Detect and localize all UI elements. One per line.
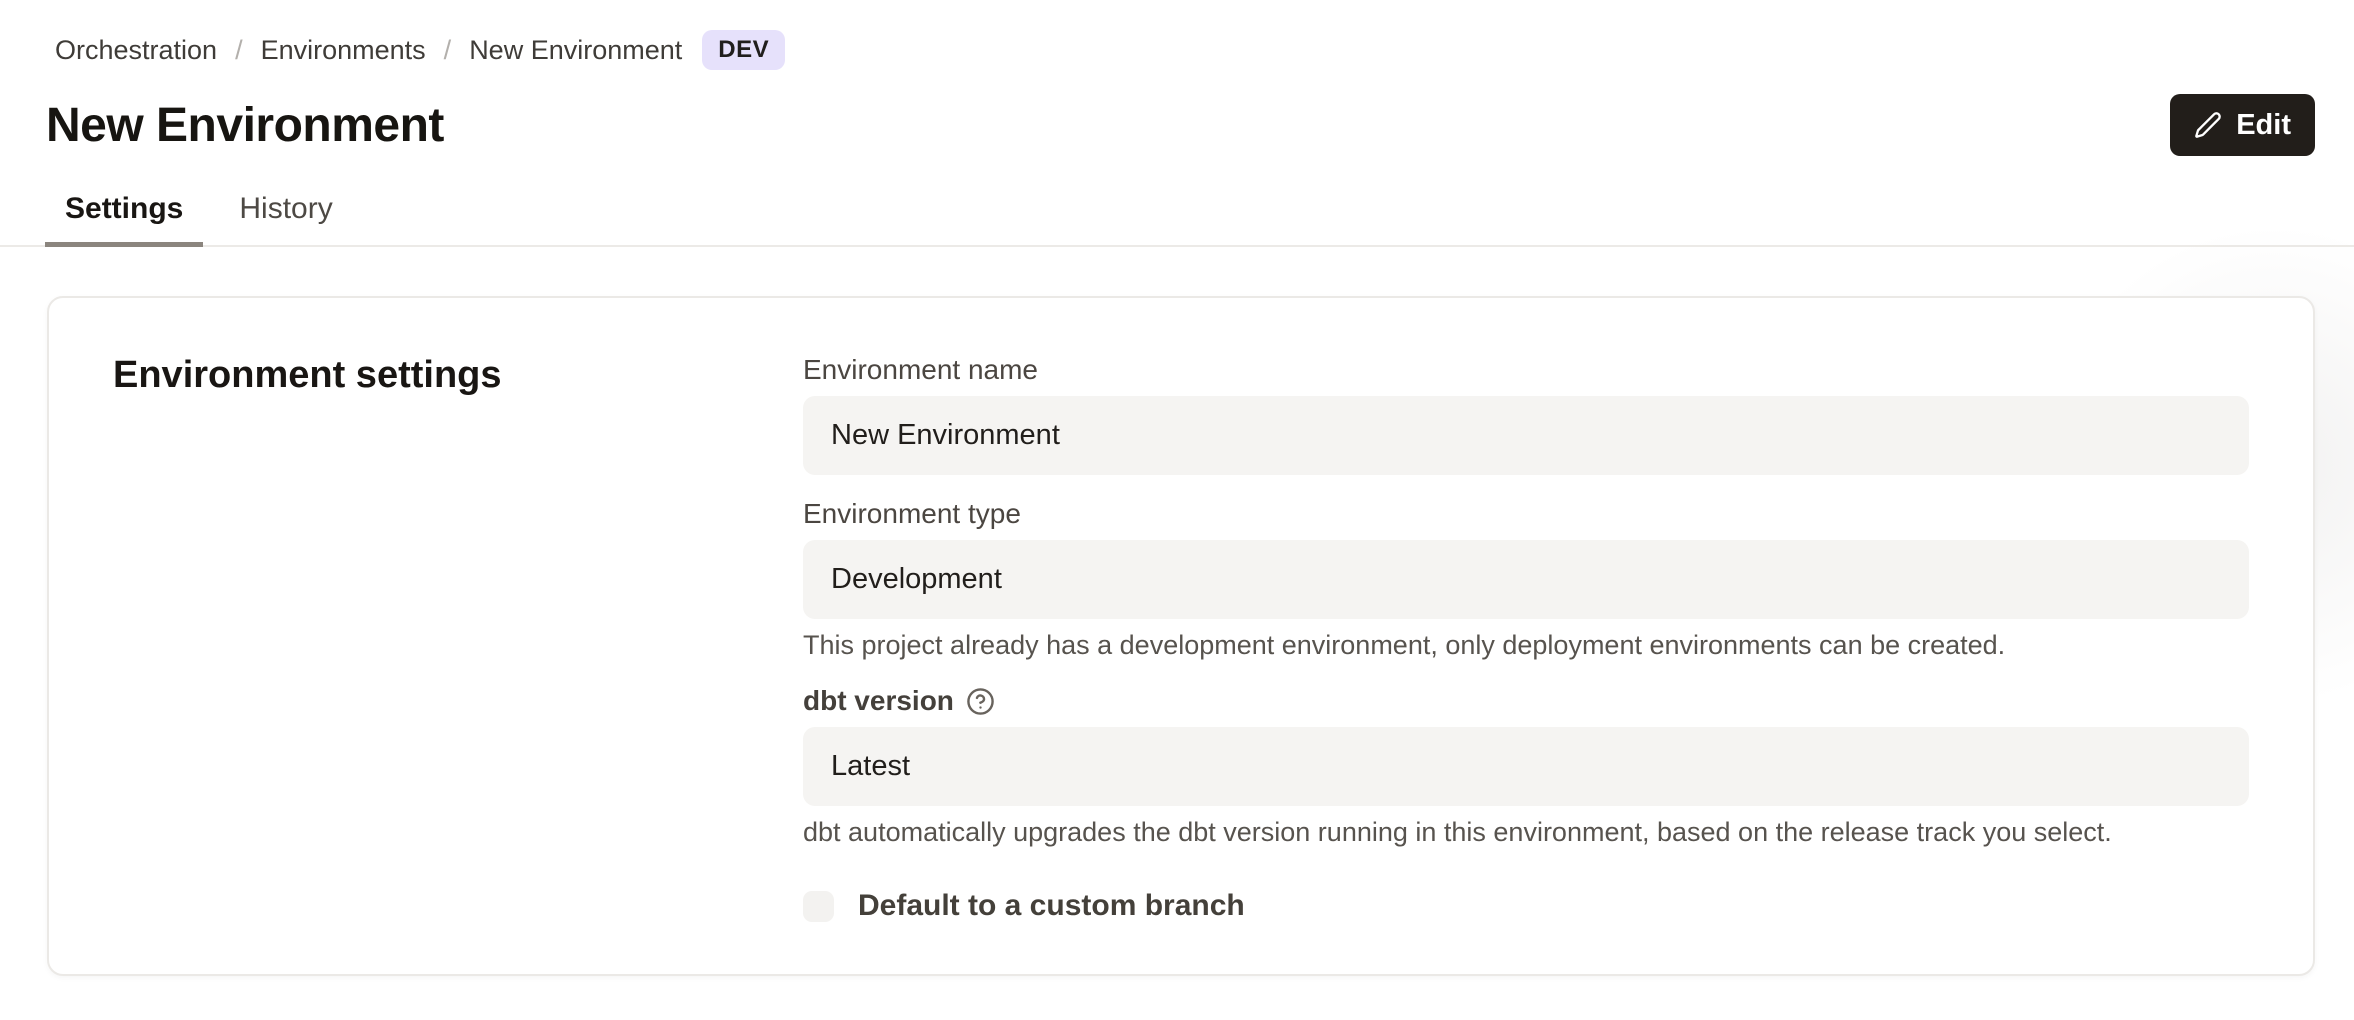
tab-settings[interactable]: Settings — [45, 180, 203, 247]
environment-type-helper: This project already has a development e… — [803, 628, 2249, 662]
pencil-icon — [2194, 111, 2222, 139]
tab-bar: Settings History — [0, 180, 2354, 247]
page-title: New Environment — [46, 98, 444, 153]
breadcrumb-item-environments[interactable]: Environments — [261, 35, 426, 66]
environment-type-input[interactable]: Development — [803, 540, 2249, 619]
dbt-version-helper: dbt automatically upgrades the dbt versi… — [803, 815, 2249, 849]
page-header: New Environment Edit — [0, 70, 2354, 156]
breadcrumb-item-new-environment: New Environment — [469, 35, 682, 66]
environment-type-label: Environment type — [803, 498, 2249, 530]
edit-button-label: Edit — [2236, 109, 2291, 142]
dbt-version-input[interactable]: Latest — [803, 727, 2249, 806]
breadcrumb-separator: / — [444, 35, 452, 66]
breadcrumb-separator: / — [235, 35, 243, 66]
breadcrumb: Orchestration / Environments / New Envir… — [0, 0, 2354, 70]
breadcrumb-item-orchestration[interactable]: Orchestration — [55, 35, 217, 66]
custom-branch-checkbox[interactable] — [803, 891, 834, 922]
environment-name-input[interactable]: New Environment — [803, 396, 2249, 475]
dbt-version-label-row: dbt version — [803, 685, 2249, 717]
environment-name-label: Environment name — [803, 354, 2249, 386]
card-heading-column: Environment settings — [113, 354, 803, 918]
environment-type-group: Environment type Development This projec… — [803, 498, 2249, 662]
dev-badge: DEV — [702, 30, 785, 70]
dbt-version-label: dbt version — [803, 685, 954, 717]
card-heading: Environment settings — [113, 354, 803, 397]
environment-settings-card: Environment settings Environment name Ne… — [47, 296, 2315, 976]
custom-branch-row: Default to a custom branch — [803, 889, 2249, 923]
dbt-version-group: dbt version Latest dbt automatically upg… — [803, 685, 2249, 849]
help-circle-icon[interactable] — [966, 687, 995, 716]
environment-name-group: Environment name New Environment — [803, 354, 2249, 475]
card-form-column: Environment name New Environment Environ… — [803, 354, 2249, 918]
custom-branch-label: Default to a custom branch — [858, 889, 1245, 923]
edit-button[interactable]: Edit — [2170, 94, 2315, 156]
tab-history[interactable]: History — [219, 180, 352, 247]
